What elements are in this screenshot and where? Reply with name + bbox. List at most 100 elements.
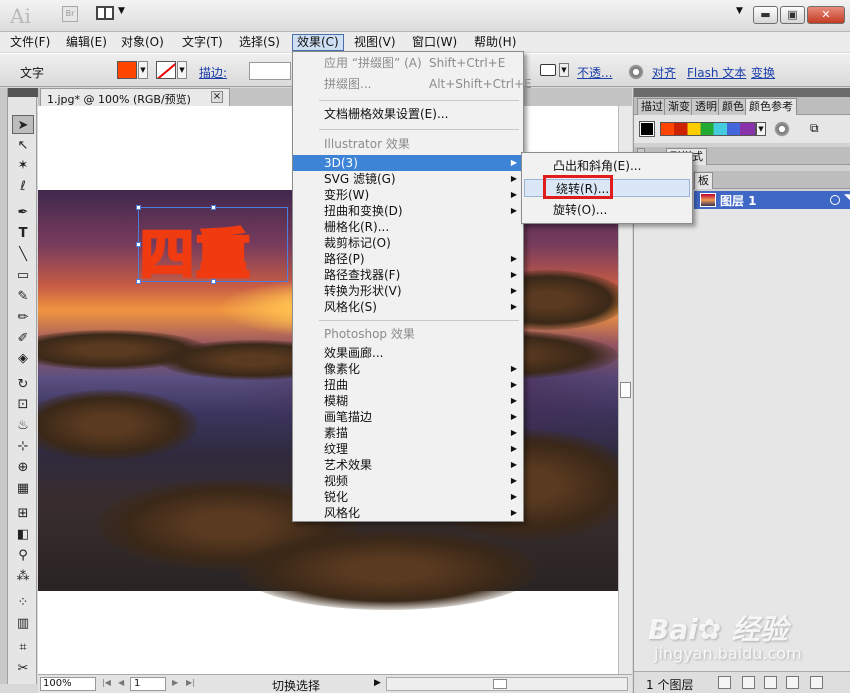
resize-handle[interactable]: [211, 205, 216, 210]
lasso-tool-icon[interactable]: ℓ: [12, 177, 34, 196]
menu-item-3d[interactable]: 3D(3) ▶: [293, 155, 523, 171]
menu-item-artistic[interactable]: 艺术效果 ▶: [293, 457, 523, 473]
close-button[interactable]: ✕: [807, 6, 845, 24]
minimize-button[interactable]: ▬: [753, 6, 778, 24]
artboard-tool-icon[interactable]: ⌗: [12, 638, 34, 657]
last-artboard-icon[interactable]: ▶|: [186, 678, 195, 687]
pen-tool-icon[interactable]: ✒: [12, 203, 34, 222]
menu-item-svg-filters[interactable]: SVG 滤镜(G) ▶: [293, 171, 523, 187]
fill-color-swatch[interactable]: [117, 61, 137, 79]
tab-layers[interactable]: 板: [694, 172, 713, 189]
menu-item-stylize-ps[interactable]: 风格化 ▶: [293, 505, 523, 521]
layer-name[interactable]: 图层 1: [720, 192, 757, 209]
type-tool-icon[interactable]: T: [12, 224, 34, 243]
menu-item-distort[interactable]: 扭曲 ▶: [293, 377, 523, 393]
menu-item-warp[interactable]: 变形(W) ▶: [293, 187, 523, 203]
panel-dock-grip[interactable]: [634, 88, 850, 97]
column-graph-tool-icon[interactable]: ▥: [12, 614, 34, 633]
align-link[interactable]: 对齐: [652, 64, 676, 81]
vertical-scroll-thumb[interactable]: [620, 382, 631, 398]
tab-gradient[interactable]: 渐变: [664, 98, 694, 115]
base-color-swatch[interactable]: [639, 121, 655, 137]
workspace-switcher-arrow-icon[interactable]: ▼: [736, 6, 743, 16]
menu-item-rotate[interactable]: 旋转(O)...: [522, 201, 692, 219]
recolor-icon[interactable]: [540, 64, 556, 76]
paintbrush-tool-icon[interactable]: ✎: [12, 287, 34, 306]
eraser-tool-icon[interactable]: ◈: [12, 349, 34, 368]
rectangle-tool-icon[interactable]: ▭: [12, 266, 34, 285]
pencil-tool-icon[interactable]: ✏: [12, 308, 34, 327]
menu-object[interactable]: 对象(O): [117, 34, 168, 51]
opacity-link[interactable]: 不透...: [577, 64, 612, 81]
direct-selection-tool-icon[interactable]: ↖: [12, 136, 34, 155]
scale-tool-icon[interactable]: ⊡: [12, 395, 34, 414]
menu-item-stylize-ai[interactable]: 风格化(S) ▶: [293, 299, 523, 315]
selection-tool-icon[interactable]: ➤: [12, 115, 34, 134]
blend-tool-icon[interactable]: ⁂: [12, 567, 34, 586]
menu-file[interactable]: 文件(F): [6, 34, 54, 51]
menu-select[interactable]: 选择(S): [235, 34, 284, 51]
gear-icon[interactable]: [628, 64, 644, 80]
harmony-dropdown-icon[interactable]: ▼: [756, 122, 766, 136]
menu-item-blur[interactable]: 模糊 ▶: [293, 393, 523, 409]
magic-wand-tool-icon[interactable]: ✶: [12, 156, 34, 175]
menu-item-raster-settings[interactable]: 文档栅格效果设置(E)...: [293, 106, 523, 122]
tab-color[interactable]: 颜色: [718, 98, 748, 115]
fill-dropdown-icon[interactable]: ▼: [138, 61, 148, 79]
tab-stroke[interactable]: 描过: [637, 98, 667, 115]
menu-item-convert-to-shape[interactable]: 转换为形状(V) ▶: [293, 283, 523, 299]
perspective-grid-tool-icon[interactable]: ▦: [12, 479, 34, 498]
save-color-group-icon[interactable]: ⧉: [810, 121, 824, 135]
symbol-sprayer-tool-icon[interactable]: ⁘: [12, 593, 34, 612]
status-text[interactable]: 切换选择: [272, 677, 320, 693]
menu-item-extrude-bevel[interactable]: 凸出和斜角(E)...: [522, 157, 692, 175]
artboard-number-select[interactable]: 1: [130, 677, 166, 691]
stroke-link[interactable]: 描边:: [199, 64, 227, 81]
chevron-down-icon[interactable]: ▼: [118, 6, 125, 16]
blob-brush-tool-icon[interactable]: ✐: [12, 329, 34, 348]
tab-color-guide[interactable]: 颜色参考: [745, 98, 797, 115]
prev-artboard-icon[interactable]: ◀: [118, 678, 124, 687]
bridge-icon[interactable]: Br: [62, 6, 78, 22]
edit-colors-icon[interactable]: [774, 121, 790, 137]
zoom-level-select[interactable]: 100%: [40, 677, 96, 691]
maximize-button[interactable]: ▣: [780, 6, 805, 24]
resize-handle[interactable]: [136, 205, 141, 210]
menu-item-pixelate[interactable]: 像素化 ▶: [293, 361, 523, 377]
layer-row[interactable]: 图层 1 ◥: [694, 191, 850, 209]
menu-help[interactable]: 帮助(H): [470, 34, 520, 51]
menu-item-crop-marks[interactable]: 裁剪标记(O): [293, 235, 523, 251]
slice-tool-icon[interactable]: ✂: [12, 659, 34, 678]
eyedropper-tool-icon[interactable]: ⚲: [12, 546, 34, 565]
menu-item-pathfinder[interactable]: 路径查找器(F) ▶: [293, 267, 523, 283]
workspace-layout-icon[interactable]: [96, 6, 114, 20]
menu-item-effect-gallery[interactable]: 效果画廊...: [293, 345, 523, 361]
menu-item-video[interactable]: 视频 ▶: [293, 473, 523, 489]
menu-window[interactable]: 窗口(W): [408, 34, 461, 51]
menu-view[interactable]: 视图(V): [350, 34, 400, 51]
menu-item-sketch[interactable]: 素描 ▶: [293, 425, 523, 441]
menu-item-path[interactable]: 路径(P) ▶: [293, 251, 523, 267]
layer-target-icon[interactable]: [830, 195, 840, 205]
first-artboard-icon[interactable]: |◀: [102, 678, 111, 687]
stroke-weight-input[interactable]: [249, 62, 291, 80]
menu-item-texture[interactable]: 纹理 ▶: [293, 441, 523, 457]
document-tab[interactable]: 1.jpg* @ 100% (RGB/预览) ×: [40, 88, 230, 106]
flash-text-link[interactable]: Flash 文本: [687, 64, 746, 81]
status-menu-arrow-icon[interactable]: ▶: [374, 678, 381, 688]
free-transform-tool-icon[interactable]: ⊹: [12, 437, 34, 456]
stroke-dropdown-icon[interactable]: ▼: [177, 61, 187, 79]
shape-builder-tool-icon[interactable]: ⊕: [12, 458, 34, 477]
horizontal-scrollbar[interactable]: [386, 677, 628, 691]
horizontal-scroll-thumb[interactable]: [493, 679, 507, 689]
transform-link[interactable]: 变换: [751, 64, 775, 81]
stroke-none-swatch[interactable]: [156, 61, 176, 79]
next-artboard-icon[interactable]: ▶: [172, 678, 178, 687]
selection-bounding-box[interactable]: [136, 205, 288, 284]
toolbox-grip[interactable]: [8, 88, 38, 97]
menu-type[interactable]: 文字(T): [178, 34, 227, 51]
line-tool-icon[interactable]: ╲: [12, 245, 34, 264]
resize-handle[interactable]: [136, 242, 141, 247]
tab-transparency[interactable]: 透明: [691, 98, 721, 115]
selection-indicator-icon[interactable]: ◥: [844, 193, 850, 203]
